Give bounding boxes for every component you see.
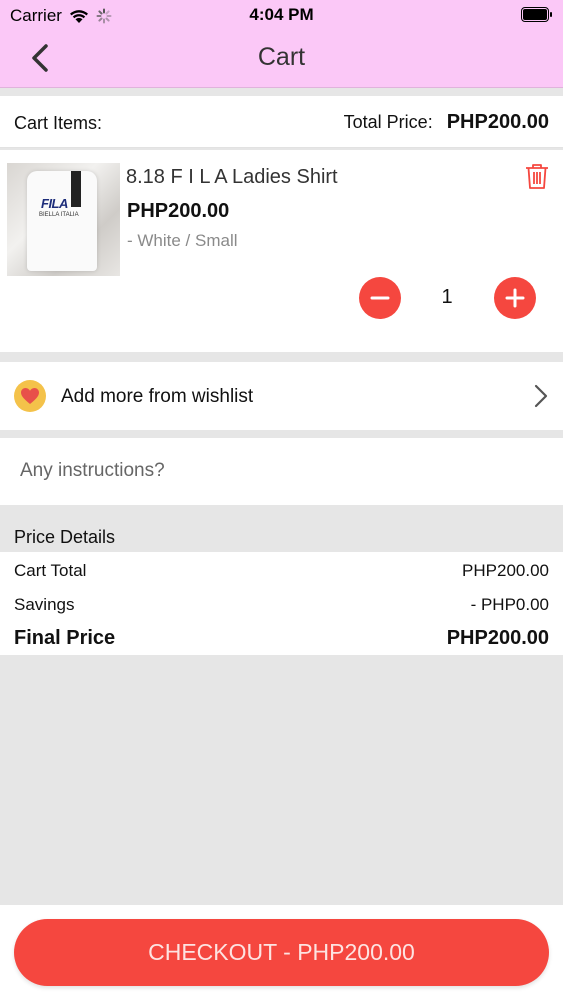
instructions-section: [0, 438, 563, 505]
navigation-bar: Cart: [0, 30, 563, 88]
price-row-label: Savings: [14, 595, 75, 614]
price-tag-graphic: [71, 171, 81, 207]
price-row-final-price: Final Price PHP200.00: [14, 627, 549, 650]
quantity-value: 1: [441, 286, 453, 308]
heart-icon: [21, 388, 39, 404]
shirt-graphic: [27, 171, 97, 271]
total-price-value: PHP200.00: [446, 111, 549, 133]
price-row-value: PHP200.00: [462, 561, 549, 580]
decrease-quantity-button[interactable]: [359, 277, 401, 319]
trash-icon: [526, 164, 548, 189]
product-image[interactable]: FILA BIELLA ITALIA: [7, 163, 120, 276]
price-details-title: Price Details: [14, 527, 116, 547]
total-price-label: Total Price:: [343, 112, 433, 132]
cart-summary: Cart Items: Total Price: PHP200.00: [0, 96, 563, 148]
delete-item-button[interactable]: [524, 162, 550, 190]
status-time: 4:04 PM: [249, 5, 314, 24]
price-row-value: PHP200.00: [446, 627, 549, 649]
checkout-footer: CHECKOUT - PHP200.00: [0, 905, 563, 1000]
page-title: Cart: [257, 43, 306, 71]
minus-icon: [370, 296, 390, 300]
plus-icon: [505, 288, 525, 308]
cart-items-label: Cart Items:: [14, 113, 103, 133]
price-row-value: - PHP0.00: [470, 595, 549, 614]
checkout-button[interactable]: CHECKOUT - PHP200.00: [14, 919, 549, 986]
add-from-wishlist-row[interactable]: Add more from wishlist: [0, 362, 563, 430]
battery-icon: [521, 7, 552, 22]
product-name[interactable]: 8.18 F I L A Ladies Shirt: [126, 166, 338, 189]
instructions-input[interactable]: [20, 456, 540, 486]
price-details-header: Price Details: [0, 505, 563, 552]
product-image-logo: FILA: [41, 196, 68, 211]
wishlist-label: Add more from wishlist: [61, 386, 254, 407]
chevron-right-icon: [534, 384, 548, 408]
product-variant: - White / Small: [127, 231, 238, 250]
price-details: Cart Total PHP200.00 Savings - PHP0.00 F…: [0, 552, 563, 655]
price-row-label: Cart Total: [14, 561, 87, 580]
product-price: PHP200.00: [127, 200, 230, 222]
price-row-savings: Savings - PHP0.00: [14, 595, 549, 615]
status-bar: Carrier 4:04 PM: [0, 0, 563, 30]
wishlist-badge: [14, 380, 46, 412]
price-row-cart-total: Cart Total PHP200.00: [14, 561, 549, 581]
increase-quantity-button[interactable]: [494, 277, 536, 319]
total-price: Total Price: PHP200.00: [344, 111, 549, 134]
product-image-subtext: BIELLA ITALIA: [39, 212, 79, 218]
price-row-label: Final Price: [14, 627, 116, 649]
header: Carrier 4:04 PM Cart: [0, 0, 563, 88]
